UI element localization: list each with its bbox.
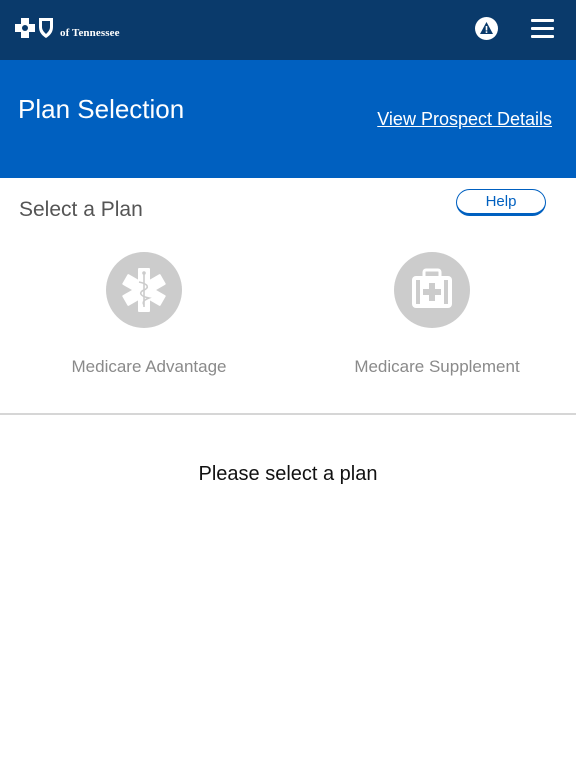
- blue-cross-blue-shield-icon: [15, 18, 53, 38]
- help-button[interactable]: Help: [456, 189, 546, 216]
- section-divider: [0, 413, 576, 415]
- alert-button[interactable]: [475, 17, 498, 40]
- plan-label: Medicare Supplement: [354, 357, 520, 376]
- plan-label: Medicare Advantage: [71, 357, 227, 376]
- plan-icon-circle: [106, 252, 182, 328]
- alert-triangle-icon: [480, 22, 493, 34]
- plan-icon-circle: [394, 252, 470, 328]
- medical-star-of-life-icon: [122, 268, 166, 312]
- view-prospect-details-link[interactable]: View Prospect Details: [377, 109, 552, 130]
- plan-option-medicare-advantage[interactable]: Medicare Advantage: [19, 252, 279, 384]
- logo-text: of Tennessee: [60, 27, 120, 39]
- hamburger-menu-icon[interactable]: [531, 19, 554, 39]
- select-plan-prompt: Please select a plan: [198, 463, 378, 485]
- top-navigation-bar: of Tennessee: [0, 0, 576, 60]
- first-aid-kit-icon: [412, 268, 452, 308]
- select-plan-heading: Select a Plan: [19, 198, 143, 221]
- page-header: Plan Selection View Prospect Details: [0, 60, 576, 178]
- page-title: Plan Selection: [18, 94, 185, 124]
- bcbs-logo[interactable]: of Tennessee: [14, 16, 120, 40]
- plan-option-medicare-supplement[interactable]: Medicare Supplement: [307, 252, 567, 384]
